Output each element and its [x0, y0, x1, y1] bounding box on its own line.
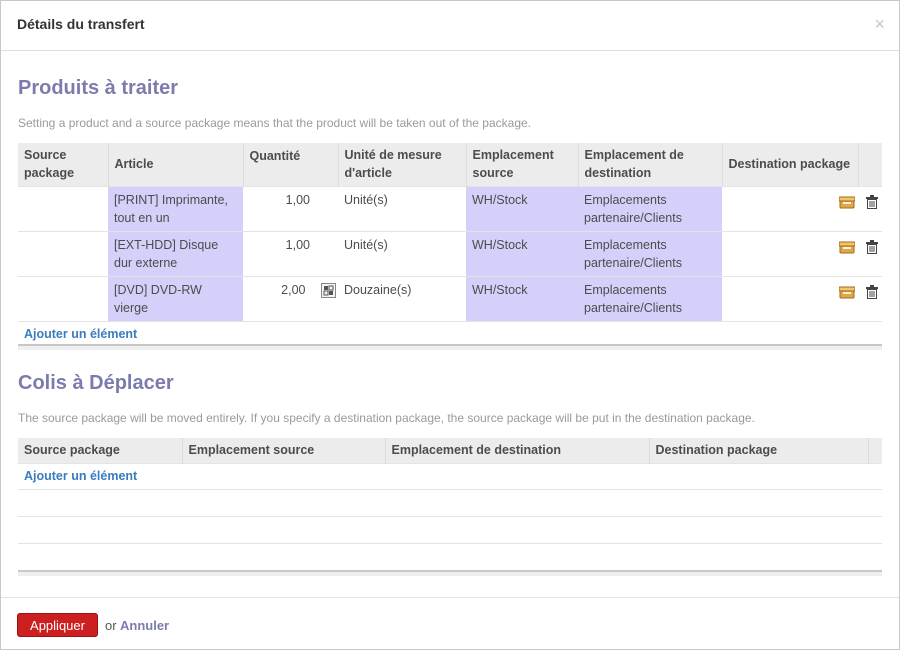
trash-icon[interactable] — [866, 194, 878, 214]
or-text: or — [105, 618, 117, 633]
transfer-details-dialog: Détails du transfert × Produits à traite… — [0, 0, 900, 650]
column-header-quantity[interactable]: Quantité — [243, 143, 339, 186]
table-row[interactable]: [DVD] DVD-RW vierge 2,00 Douzaine(s) WH/… — [18, 275, 882, 321]
column-header-destination-package[interactable]: Destination package — [722, 143, 859, 186]
column-header-article[interactable]: Article — [108, 143, 244, 186]
cell-destination-location[interactable]: Emplacements partenaire/Clients — [578, 230, 722, 276]
column-header-actions — [868, 438, 882, 463]
table-row[interactable]: [PRINT] Imprimante, tout en un 1,00 Unit… — [18, 185, 882, 231]
row-actions — [838, 275, 882, 321]
cell-destination-location[interactable]: Emplacements partenaire/Clients — [578, 275, 722, 321]
row-actions — [838, 230, 882, 276]
cell-source-location[interactable]: WH/Stock — [466, 275, 578, 321]
dialog-header: Détails du transfert × — [1, 1, 899, 51]
trash-icon[interactable] — [866, 239, 878, 259]
cancel-link[interactable]: Annuler — [120, 618, 169, 633]
products-table: Source package Article Quantité Unité de… — [18, 143, 882, 347]
packages-table: Source package Emplacement source Emplac… — [18, 438, 882, 570]
products-section-title: Produits à traiter — [18, 77, 179, 99]
packages-table-header: Source package Emplacement source Emplac… — [18, 438, 882, 463]
dialog-title: Détails du transfert — [17, 16, 145, 32]
cell-uom[interactable]: Unité(s) — [338, 185, 466, 231]
table-row[interactable]: [EXT-HDD] Disque dur externe 1,00 Unité(… — [18, 230, 882, 276]
column-header-uom[interactable]: Unité de mesure d'article — [338, 143, 467, 186]
package-icon[interactable] — [838, 195, 856, 214]
column-header-source-location[interactable]: Emplacement source — [466, 143, 579, 186]
package-icon[interactable] — [838, 285, 856, 304]
cell-quantity[interactable]: 2,00 — [243, 275, 338, 321]
quantity-value[interactable]: 2,00 — [281, 283, 305, 297]
products-section-help: Setting a product and a source package m… — [18, 116, 531, 130]
dialog-footer: Appliquer or Annuler — [1, 597, 899, 649]
cell-source-package[interactable] — [18, 275, 108, 321]
quantity-value[interactable]: 1,00 — [286, 238, 310, 252]
add-row-cell: Ajouter un élément — [18, 462, 882, 489]
cell-article[interactable]: [EXT-HDD] Disque dur externe — [108, 230, 243, 276]
quantity-value[interactable]: 1,00 — [286, 193, 310, 207]
products-table-header: Source package Article Quantité Unité de… — [18, 143, 882, 186]
column-header-source-location[interactable]: Emplacement source — [182, 438, 386, 463]
packages-section-title: Colis à Déplacer — [18, 372, 174, 394]
cell-uom[interactable]: Unité(s) — [338, 230, 466, 276]
cell-article[interactable]: [DVD] DVD-RW vierge — [108, 275, 243, 321]
empty-row — [18, 515, 882, 543]
column-header-actions — [858, 143, 882, 186]
products-add-item-link[interactable]: Ajouter un élément — [24, 327, 137, 341]
cell-quantity[interactable]: 1,00 — [243, 230, 338, 276]
row-actions — [838, 185, 882, 231]
column-header-destination-location[interactable]: Emplacement de destination — [385, 438, 650, 463]
package-icon[interactable] — [838, 240, 856, 259]
column-header-source-package[interactable]: Source package — [18, 438, 183, 463]
cell-uom[interactable]: Douzaine(s) — [338, 275, 466, 321]
apply-button[interactable]: Appliquer — [17, 613, 98, 637]
cell-source-location[interactable]: WH/Stock — [466, 230, 578, 276]
empty-row — [18, 542, 882, 570]
column-header-source-package[interactable]: Source package — [18, 143, 109, 186]
cell-source-location[interactable]: WH/Stock — [466, 185, 578, 231]
empty-row — [18, 488, 882, 516]
empty-cell — [18, 542, 882, 570]
cell-quantity[interactable]: 1,00 — [243, 185, 338, 231]
packages-table-footer-divider — [18, 570, 882, 576]
trash-icon[interactable] — [866, 284, 878, 304]
packages-section-help: The source package will be moved entirel… — [18, 411, 755, 425]
products-table-footer-divider — [18, 344, 882, 350]
cell-article[interactable]: [PRINT] Imprimante, tout en un — [108, 185, 243, 231]
column-header-destination-location[interactable]: Emplacement de destination — [578, 143, 723, 186]
packages-add-item-link[interactable]: Ajouter un élément — [24, 469, 137, 483]
column-header-destination-package[interactable]: Destination package — [649, 438, 869, 463]
cell-source-package[interactable] — [18, 185, 108, 231]
empty-cell — [18, 488, 882, 516]
pack-quantity-icon[interactable] — [321, 282, 336, 298]
cell-destination-location[interactable]: Emplacements partenaire/Clients — [578, 185, 722, 231]
add-row: Ajouter un élément — [18, 462, 882, 489]
close-icon[interactable]: × — [874, 15, 885, 33]
cell-source-package[interactable] — [18, 230, 108, 276]
empty-cell — [18, 515, 882, 543]
